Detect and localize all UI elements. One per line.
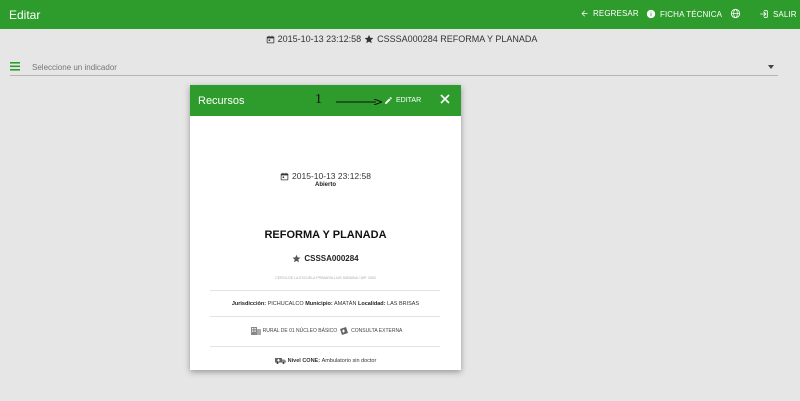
card-datetime: 2015-10-13 23:12:58 bbox=[292, 171, 371, 181]
divider bbox=[210, 346, 440, 347]
indicator-select[interactable]: Seleccione un indicador bbox=[10, 58, 778, 76]
annotation-number: 1 bbox=[315, 92, 322, 107]
facility-type-row: RURAL DE 01 NÚCLEO BÁSICO CONSULTA EXTER… bbox=[190, 326, 461, 335]
edit-label: EDITAR bbox=[396, 97, 422, 104]
record-datetime: 2015-10-13 23:12:58 bbox=[277, 34, 362, 44]
regresar-label: REGRESAR bbox=[593, 9, 639, 18]
card-title: Recursos bbox=[198, 95, 245, 107]
jurisdiction-line: Jurisdicción: PICHUCALCO Municipio: AMAT… bbox=[190, 301, 461, 307]
facility-type: RURAL DE 01 NÚCLEO BÁSICO bbox=[262, 327, 338, 334]
localidad-label: Localidad: bbox=[357, 301, 386, 307]
municipio-value: AMATÁN bbox=[333, 301, 357, 307]
salir-button[interactable]: SALIR bbox=[759, 9, 797, 19]
municipio-label: Municipio: bbox=[305, 301, 333, 307]
calendar-icon bbox=[280, 172, 289, 180]
indicator-placeholder: Seleccione un indicador bbox=[32, 63, 117, 72]
edit-button[interactable]: EDITAR bbox=[384, 96, 421, 105]
localidad-value: LAS BRISAS bbox=[387, 301, 420, 307]
globe-icon bbox=[730, 8, 741, 19]
ambulance-icon bbox=[274, 358, 286, 364]
divider bbox=[210, 290, 440, 291]
facility-code-text: CSSSA000284 bbox=[304, 254, 359, 263]
info-icon bbox=[646, 9, 656, 19]
star-icon bbox=[292, 254, 301, 263]
jurisdiccion-value: PICHUCALCO bbox=[267, 301, 304, 307]
salir-label: SALIR bbox=[773, 9, 797, 19]
arrow-back-icon bbox=[581, 10, 588, 17]
service-type: CONSULTA EXTERNA bbox=[351, 327, 403, 334]
facility-code: CSSSA000284 bbox=[190, 254, 461, 263]
star-icon bbox=[364, 34, 374, 44]
card-date: 2015-10-13 23:12:58 bbox=[190, 171, 461, 181]
pencil-icon bbox=[385, 97, 392, 104]
nivel-value: Ambulatorio sin doctor bbox=[321, 357, 377, 364]
exit-icon bbox=[760, 10, 768, 18]
app-title: Editar bbox=[9, 8, 41, 22]
top-app-bar: Editar REGRESAR FICHA TÉCNICA SALIR bbox=[0, 0, 800, 29]
card-header: Recursos 1 EDITAR bbox=[190, 85, 461, 116]
record-header: 2015-10-13 23:12:58 CSSSA000284 REFORMA … bbox=[0, 29, 800, 49]
jurisdiccion-label: Jurisdicción: bbox=[231, 301, 267, 307]
list-icon bbox=[10, 62, 20, 71]
nivel-label: Nivel CONE: bbox=[287, 357, 321, 364]
building-icon bbox=[250, 327, 261, 335]
chevron-down-icon bbox=[768, 65, 774, 69]
address-note: CERCA DE LA ESCUELA PRIMARIA LUIS SARABI… bbox=[275, 276, 376, 280]
close-icon[interactable] bbox=[440, 94, 450, 104]
record-title: CSSSA000284 REFORMA Y PLANADA bbox=[377, 34, 538, 44]
status-text: Abierto bbox=[315, 182, 336, 188]
recursos-card: Recursos 1 EDITAR 2015-10-13 23:12:58 Ab… bbox=[190, 85, 461, 370]
ficha-tecnica-button[interactable]: FICHA TÉCNICA bbox=[646, 9, 722, 19]
regresar-button[interactable]: REGRESAR bbox=[580, 9, 639, 18]
medical-bag-icon bbox=[340, 327, 349, 335]
language-button[interactable] bbox=[730, 8, 745, 19]
calendar-icon bbox=[266, 35, 274, 43]
divider bbox=[210, 316, 440, 317]
facility-name: REFORMA Y PLANADA bbox=[264, 229, 387, 241]
ficha-tecnica-label: FICHA TÉCNICA bbox=[660, 9, 723, 19]
nivel-cone-line: Nivel CONE: Ambulatorio sin doctor bbox=[190, 357, 461, 364]
annotation-arrow-icon bbox=[336, 99, 382, 105]
